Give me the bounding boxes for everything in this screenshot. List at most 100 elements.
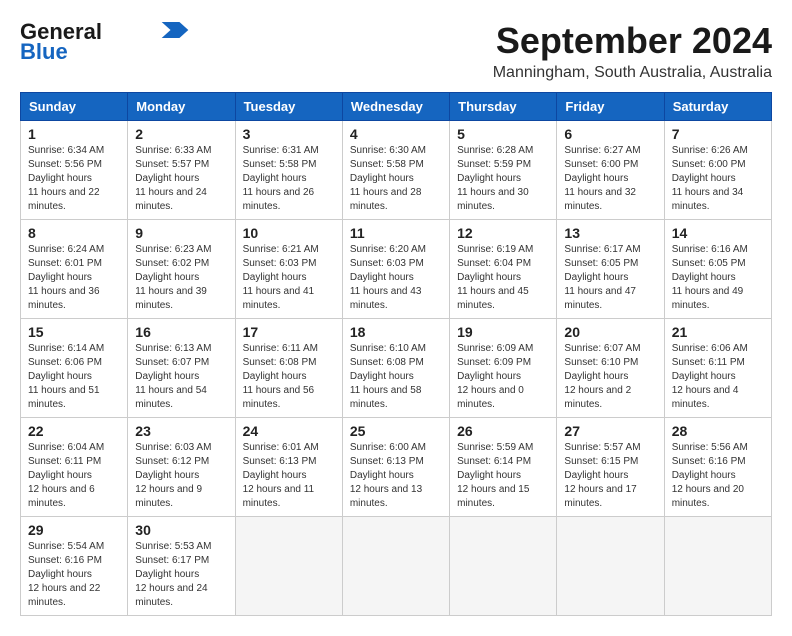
day-info: Sunrise: 6:33 AM Sunset: 5:57 PM Dayligh… [135, 144, 227, 214]
day-number: 4 [350, 126, 442, 142]
day-info: Sunrise: 6:06 AM Sunset: 6:11 PM Dayligh… [672, 342, 764, 412]
day-number: 19 [457, 324, 549, 340]
day-info: Sunrise: 6:07 AM Sunset: 6:10 PM Dayligh… [564, 342, 656, 412]
day-info: Sunrise: 6:30 AM Sunset: 5:58 PM Dayligh… [350, 144, 442, 214]
header: General Blue September 2024 Manningham, … [20, 20, 772, 82]
title-area: September 2024 Manningham, South Austral… [493, 20, 772, 82]
calendar-cell: 17 Sunrise: 6:11 AM Sunset: 6:08 PM Dayl… [235, 319, 342, 418]
calendar-cell: 8 Sunrise: 6:24 AM Sunset: 6:01 PM Dayli… [21, 220, 128, 319]
calendar-cell: 16 Sunrise: 6:13 AM Sunset: 6:07 PM Dayl… [128, 319, 235, 418]
day-info: Sunrise: 6:34 AM Sunset: 5:56 PM Dayligh… [28, 144, 120, 214]
calendar-cell: 12 Sunrise: 6:19 AM Sunset: 6:04 PM Dayl… [450, 220, 557, 319]
calendar-cell: 24 Sunrise: 6:01 AM Sunset: 6:13 PM Dayl… [235, 418, 342, 517]
day-info: Sunrise: 6:04 AM Sunset: 6:11 PM Dayligh… [28, 441, 120, 511]
calendar-cell: 22 Sunrise: 6:04 AM Sunset: 6:11 PM Dayl… [21, 418, 128, 517]
calendar-week-5: 29 Sunrise: 5:54 AM Sunset: 6:16 PM Dayl… [21, 517, 772, 616]
calendar-cell: 25 Sunrise: 6:00 AM Sunset: 6:13 PM Dayl… [342, 418, 449, 517]
day-number: 7 [672, 126, 764, 142]
day-number: 9 [135, 225, 227, 241]
day-info: Sunrise: 6:00 AM Sunset: 6:13 PM Dayligh… [350, 441, 442, 511]
day-info: Sunrise: 5:54 AM Sunset: 6:16 PM Dayligh… [28, 540, 120, 610]
calendar-cell: 1 Sunrise: 6:34 AM Sunset: 5:56 PM Dayli… [21, 121, 128, 220]
day-number: 10 [243, 225, 335, 241]
day-number: 29 [28, 522, 120, 538]
calendar-week-4: 22 Sunrise: 6:04 AM Sunset: 6:11 PM Dayl… [21, 418, 772, 517]
calendar-cell [557, 517, 664, 616]
logo-arrow-icon [160, 22, 190, 38]
day-info: Sunrise: 5:53 AM Sunset: 6:17 PM Dayligh… [135, 540, 227, 610]
day-info: Sunrise: 6:21 AM Sunset: 6:03 PM Dayligh… [243, 243, 335, 313]
day-info: Sunrise: 6:27 AM Sunset: 6:00 PM Dayligh… [564, 144, 656, 214]
calendar-cell: 6 Sunrise: 6:27 AM Sunset: 6:00 PM Dayli… [557, 121, 664, 220]
day-info: Sunrise: 6:13 AM Sunset: 6:07 PM Dayligh… [135, 342, 227, 412]
day-number: 1 [28, 126, 120, 142]
calendar-week-2: 8 Sunrise: 6:24 AM Sunset: 6:01 PM Dayli… [21, 220, 772, 319]
calendar-table: SundayMondayTuesdayWednesdayThursdayFrid… [20, 92, 772, 616]
day-number: 16 [135, 324, 227, 340]
day-info: Sunrise: 6:28 AM Sunset: 5:59 PM Dayligh… [457, 144, 549, 214]
logo-blue-text: Blue [20, 40, 68, 64]
day-info: Sunrise: 6:31 AM Sunset: 5:58 PM Dayligh… [243, 144, 335, 214]
calendar-title: September 2024 [493, 20, 772, 62]
calendar-cell: 7 Sunrise: 6:26 AM Sunset: 6:00 PM Dayli… [664, 121, 771, 220]
calendar-cell: 28 Sunrise: 5:56 AM Sunset: 6:16 PM Dayl… [664, 418, 771, 517]
day-info: Sunrise: 6:19 AM Sunset: 6:04 PM Dayligh… [457, 243, 549, 313]
calendar-cell: 27 Sunrise: 5:57 AM Sunset: 6:15 PM Dayl… [557, 418, 664, 517]
day-number: 18 [350, 324, 442, 340]
day-number: 20 [564, 324, 656, 340]
day-info: Sunrise: 5:57 AM Sunset: 6:15 PM Dayligh… [564, 441, 656, 511]
weekday-header-sunday: Sunday [21, 93, 128, 121]
calendar-cell: 30 Sunrise: 5:53 AM Sunset: 6:17 PM Dayl… [128, 517, 235, 616]
calendar-cell: 4 Sunrise: 6:30 AM Sunset: 5:58 PM Dayli… [342, 121, 449, 220]
calendar-cell: 10 Sunrise: 6:21 AM Sunset: 6:03 PM Dayl… [235, 220, 342, 319]
weekday-header-thursday: Thursday [450, 93, 557, 121]
calendar-cell: 21 Sunrise: 6:06 AM Sunset: 6:11 PM Dayl… [664, 319, 771, 418]
calendar-cell [450, 517, 557, 616]
calendar-cell: 19 Sunrise: 6:09 AM Sunset: 6:09 PM Dayl… [450, 319, 557, 418]
day-number: 22 [28, 423, 120, 439]
day-number: 28 [672, 423, 764, 439]
calendar-cell [664, 517, 771, 616]
calendar-cell: 5 Sunrise: 6:28 AM Sunset: 5:59 PM Dayli… [450, 121, 557, 220]
calendar-cell: 13 Sunrise: 6:17 AM Sunset: 6:05 PM Dayl… [557, 220, 664, 319]
calendar-week-1: 1 Sunrise: 6:34 AM Sunset: 5:56 PM Dayli… [21, 121, 772, 220]
day-info: Sunrise: 6:01 AM Sunset: 6:13 PM Dayligh… [243, 441, 335, 511]
calendar-cell [342, 517, 449, 616]
day-number: 6 [564, 126, 656, 142]
day-number: 14 [672, 225, 764, 241]
calendar-cell: 3 Sunrise: 6:31 AM Sunset: 5:58 PM Dayli… [235, 121, 342, 220]
weekday-header-wednesday: Wednesday [342, 93, 449, 121]
day-number: 2 [135, 126, 227, 142]
calendar-cell: 18 Sunrise: 6:10 AM Sunset: 6:08 PM Dayl… [342, 319, 449, 418]
weekday-header-saturday: Saturday [664, 93, 771, 121]
day-number: 27 [564, 423, 656, 439]
calendar-cell: 29 Sunrise: 5:54 AM Sunset: 6:16 PM Dayl… [21, 517, 128, 616]
day-number: 15 [28, 324, 120, 340]
calendar-cell: 23 Sunrise: 6:03 AM Sunset: 6:12 PM Dayl… [128, 418, 235, 517]
calendar-subtitle: Manningham, South Australia, Australia [493, 64, 772, 82]
weekday-header-row: SundayMondayTuesdayWednesdayThursdayFrid… [21, 93, 772, 121]
day-info: Sunrise: 6:03 AM Sunset: 6:12 PM Dayligh… [135, 441, 227, 511]
day-info: Sunrise: 5:59 AM Sunset: 6:14 PM Dayligh… [457, 441, 549, 511]
day-info: Sunrise: 6:14 AM Sunset: 6:06 PM Dayligh… [28, 342, 120, 412]
weekday-header-tuesday: Tuesday [235, 93, 342, 121]
day-number: 23 [135, 423, 227, 439]
calendar-cell: 14 Sunrise: 6:16 AM Sunset: 6:05 PM Dayl… [664, 220, 771, 319]
calendar-cell: 2 Sunrise: 6:33 AM Sunset: 5:57 PM Dayli… [128, 121, 235, 220]
calendar-week-3: 15 Sunrise: 6:14 AM Sunset: 6:06 PM Dayl… [21, 319, 772, 418]
day-info: Sunrise: 6:11 AM Sunset: 6:08 PM Dayligh… [243, 342, 335, 412]
day-number: 12 [457, 225, 549, 241]
calendar-cell: 11 Sunrise: 6:20 AM Sunset: 6:03 PM Dayl… [342, 220, 449, 319]
weekday-header-monday: Monday [128, 93, 235, 121]
day-info: Sunrise: 6:20 AM Sunset: 6:03 PM Dayligh… [350, 243, 442, 313]
calendar-cell: 9 Sunrise: 6:23 AM Sunset: 6:02 PM Dayli… [128, 220, 235, 319]
day-number: 5 [457, 126, 549, 142]
day-number: 8 [28, 225, 120, 241]
logo: General Blue [20, 20, 190, 64]
weekday-header-friday: Friday [557, 93, 664, 121]
calendar-cell: 15 Sunrise: 6:14 AM Sunset: 6:06 PM Dayl… [21, 319, 128, 418]
day-number: 25 [350, 423, 442, 439]
day-info: Sunrise: 6:09 AM Sunset: 6:09 PM Dayligh… [457, 342, 549, 412]
day-number: 11 [350, 225, 442, 241]
day-number: 13 [564, 225, 656, 241]
